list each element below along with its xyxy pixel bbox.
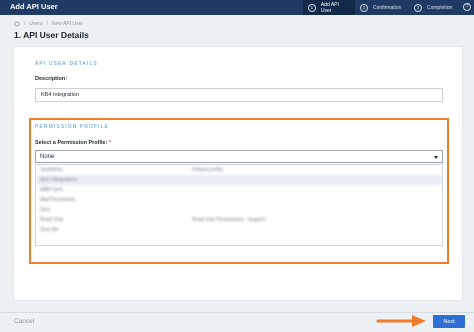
step-number: 2 xyxy=(360,3,368,12)
option-name: Mail Permission xyxy=(40,197,76,203)
permission-profile-label-text: Select a Permission Profile: xyxy=(35,140,108,146)
breadcrumb-separator: / xyxy=(46,21,48,27)
selected-value: None xyxy=(40,153,55,160)
description-label: Description: xyxy=(35,76,68,82)
chevron-down-icon xyxy=(434,155,438,159)
list-item[interactable]: Item Integrations xyxy=(36,175,442,185)
arrow-right-icon xyxy=(376,315,426,327)
option-name: SysAdmin xyxy=(40,167,63,173)
home-icon[interactable] xyxy=(14,21,20,27)
option-description: Default profile xyxy=(192,167,223,173)
list-item[interactable]: SysAdmin Default profile xyxy=(36,165,442,175)
step-completion: 3 Completion xyxy=(409,0,461,15)
top-bar: Add API User 1 Add API User 2 Confirmati… xyxy=(0,0,474,15)
option-name: ABM Sync xyxy=(40,187,64,193)
api-user-details-heading: API USER DETAILS xyxy=(35,61,98,67)
breadcrumb-users[interactable]: Users xyxy=(29,21,42,27)
step-number: 3 xyxy=(414,3,422,12)
wizard-steps: 1 Add API User 2 Confirmation 3 Completi… xyxy=(303,0,461,15)
list-item[interactable]: Mail Permission xyxy=(36,195,442,205)
help-icon[interactable]: ? xyxy=(463,3,471,11)
next-button[interactable]: Next xyxy=(433,315,465,328)
option-name: Read Only xyxy=(40,217,64,223)
permission-profile-options: SysAdmin Default profile Item Integratio… xyxy=(35,164,443,246)
step-add-api-user: 1 Add API User xyxy=(303,0,355,15)
breadcrumb-separator: / xyxy=(24,21,26,27)
option-name: Quiz xyxy=(40,207,51,213)
option-name: Item Integrations xyxy=(40,177,78,183)
option-name: Give Me xyxy=(40,227,59,233)
cancel-button[interactable]: Cancel xyxy=(14,318,34,325)
list-item[interactable]: Quiz xyxy=(36,205,442,215)
permission-profile-select[interactable]: None xyxy=(35,150,443,163)
option-description: Read-only Permissions - Support xyxy=(192,217,266,223)
breadcrumb-new-api-user: New API User xyxy=(51,21,83,27)
page-title: 1. API User Details xyxy=(14,30,89,40)
step-number: 1 xyxy=(308,3,316,12)
list-item[interactable]: ABM Sync xyxy=(36,185,442,195)
description-input[interactable]: KB4 Integration xyxy=(35,88,443,102)
step-label: Confirmation xyxy=(373,4,402,11)
permission-profile-label: Select a Permission Profile: * xyxy=(35,140,111,146)
list-item[interactable]: Read Only Read-only Permissions - Suppor… xyxy=(36,215,442,225)
window-title: Add API User xyxy=(10,2,58,11)
required-mark: * xyxy=(108,140,112,146)
list-item[interactable]: Give Me xyxy=(36,225,442,235)
step-label: Completion xyxy=(427,4,453,11)
permission-profile-heading: PERMISSION PROFILE xyxy=(35,124,109,130)
breadcrumb: / Users / New API User xyxy=(14,21,83,27)
step-label: Add API User xyxy=(320,1,339,14)
step-confirmation: 2 Confirmation xyxy=(355,0,409,15)
